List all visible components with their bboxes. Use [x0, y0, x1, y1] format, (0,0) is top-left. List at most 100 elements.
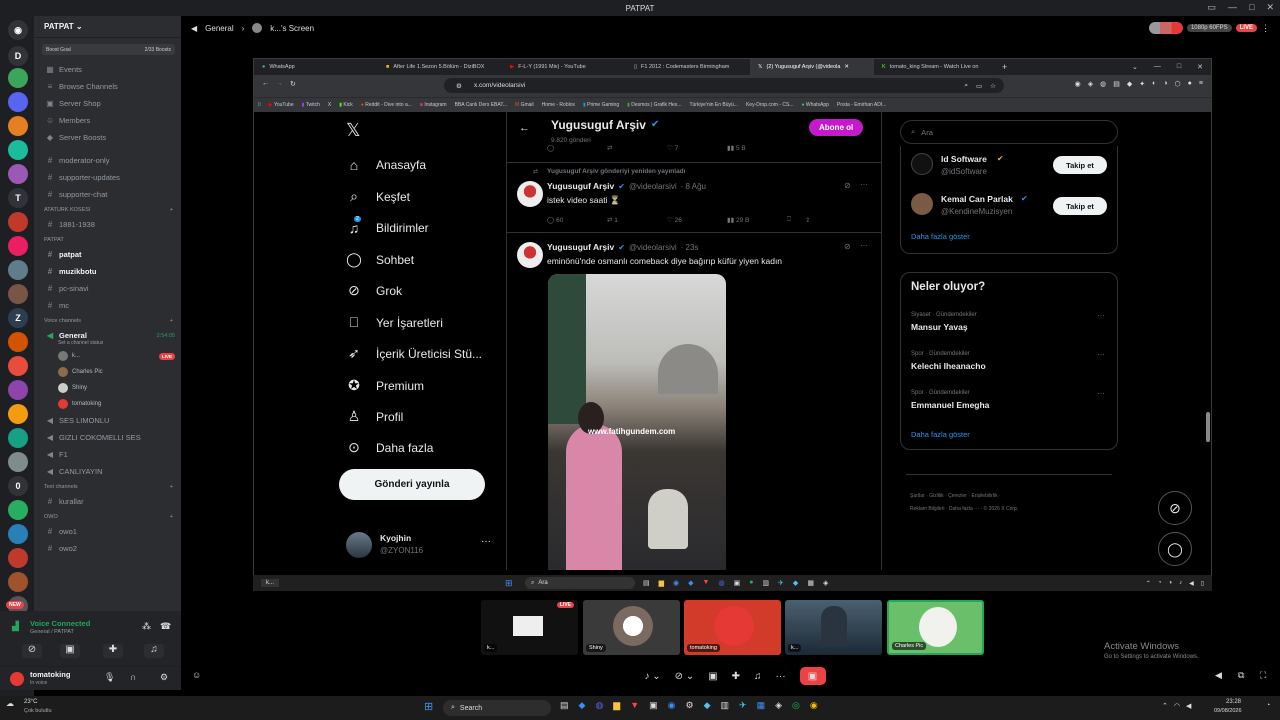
voice-user[interactable]: k... LIVE — [34, 348, 181, 364]
server-header[interactable]: PATPAT ⌄ — [34, 16, 181, 38]
like-count[interactable]: ♡ 26 — [667, 216, 727, 224]
taskbar-app-icon[interactable]: ◆ — [793, 579, 798, 587]
menu-icon[interactable]: ≡ — [1199, 80, 1203, 88]
tray-icon[interactable]: ◑ — [1168, 580, 1172, 587]
close-button[interactable]: ✕ — [1266, 2, 1274, 13]
extension-icon[interactable]: ▤ — [1113, 80, 1120, 88]
more-icon[interactable]: ··· — [860, 180, 868, 189]
taskbar-app-icon[interactable]: ◍ — [718, 579, 724, 587]
taskbar-app-icon[interactable]: ◉ — [810, 700, 818, 711]
nav-notifications[interactable]: ♫ 2 Bildirimler — [346, 216, 429, 236]
channel-item[interactable]: # supporter-chat — [34, 186, 181, 203]
server-icon[interactable] — [8, 92, 28, 112]
screen-share-icon[interactable]: ▣ — [60, 644, 80, 658]
footer-link[interactable]: Şartlar — [910, 493, 925, 499]
plus-icon[interactable]: + — [170, 484, 173, 490]
server-icon[interactable] — [8, 260, 28, 280]
more-icon[interactable]: ··· — [776, 671, 786, 682]
extension-icon[interactable]: ◈ — [1088, 80, 1093, 88]
taskbar-app-icon[interactable]: ▼ — [703, 579, 710, 587]
messages-float-button[interactable]: ◯ — [1158, 532, 1192, 566]
channel-item[interactable]: # patpat — [34, 246, 181, 263]
voice-channel-label[interactable]: General / PATPAT — [30, 629, 74, 635]
share-icon[interactable]: ⇪ — [805, 216, 815, 224]
tweet-video[interactable]: www.fatihgundem.com — [548, 274, 726, 570]
participant-tile[interactable]: Shiny — [583, 600, 680, 655]
zoom-icon[interactable]: ⌕ — [964, 82, 968, 90]
channel-item[interactable]: #1881-1938 — [34, 216, 181, 233]
taskbar-app-icon[interactable]: ▆ — [659, 579, 664, 587]
voice-channel[interactable]: ◀ F1 — [34, 446, 181, 463]
search-input[interactable]: ⌕ Ara — [900, 120, 1118, 144]
taskbar-app-icon[interactable]: ▤ — [560, 700, 569, 711]
server-icon[interactable] — [8, 428, 28, 448]
channel-members[interactable]: ☺ Members — [34, 112, 181, 129]
close-button[interactable]: ✕ — [1197, 63, 1203, 71]
server-icon[interactable] — [8, 380, 28, 400]
category-header[interactable]: PATPAT — [34, 233, 181, 246]
clock-time[interactable]: 23:28 — [1226, 699, 1241, 705]
reload-icon[interactable]: ↻ — [290, 80, 296, 88]
forward-icon[interactable]: → — [276, 80, 283, 87]
retweet-count[interactable]: ⇄ — [607, 144, 667, 152]
tray-chevron-icon[interactable]: ⌃ — [1162, 702, 1168, 710]
server-icon[interactable] — [8, 284, 28, 304]
taskbar-app-icon[interactable]: ▥ — [762, 579, 769, 587]
disconnect-icon[interactable]: ☎ — [160, 621, 171, 632]
taskbar-app-icon[interactable]: ◆ — [688, 579, 693, 587]
show-more-link[interactable]: Daha fazla göster — [911, 430, 970, 439]
plus-icon[interactable]: + — [170, 207, 173, 213]
boost-goal[interactable]: Boost Goal 2/33 Boosts — [42, 44, 175, 55]
bookmark[interactable]: BBA Canlı Ders EBAT... — [455, 102, 507, 108]
microphone-icon[interactable]: 🎙︎ — [104, 672, 115, 683]
channel-item[interactable]: # supporter-updates — [34, 169, 181, 186]
taskbar-app-icon[interactable]: ▥ — [721, 700, 730, 711]
taskbar-app-icon[interactable]: ◎ — [792, 700, 800, 711]
participant-tile[interactable]: Charles Pic — [887, 600, 984, 655]
like-count[interactable]: ♡ 7 — [667, 144, 727, 152]
speaker-icon[interactable]: ◀ — [1189, 580, 1194, 587]
people-icon[interactable]: ☺ — [192, 670, 201, 680]
browser-tab-active[interactable]: 𝕏 (2) Yugusuguf Arşiv (@videola ✕ — [750, 59, 874, 75]
category-header[interactable]: Voice channels + — [34, 314, 181, 327]
screen-icon[interactable]: ▭ — [976, 82, 982, 90]
popout-icon[interactable]: ⧉ — [1238, 670, 1244, 681]
suggest-name[interactable]: Kemal Can Parlak — [941, 194, 1013, 204]
taskbar-app-icon[interactable]: ▦ — [757, 700, 766, 711]
bookmark[interactable]: X — [328, 102, 331, 108]
volume-icon[interactable]: ◀ — [1215, 670, 1222, 681]
taskbar-app-icon[interactable]: ◉ — [673, 579, 679, 587]
notification-icon[interactable]: ◔ — [1266, 702, 1270, 709]
server-icon[interactable] — [8, 116, 28, 136]
activities-icon[interactable]: ✚ — [103, 644, 123, 658]
bookmark[interactable]: M Gmail — [515, 102, 534, 108]
tweet-handle[interactable]: @videolarsivi — [629, 182, 677, 191]
voice-user[interactable]: Shiny — [34, 380, 181, 396]
avatar[interactable] — [517, 181, 543, 207]
server-icon[interactable] — [8, 236, 28, 256]
taskbar-app-icon[interactable]: ▣ — [649, 700, 658, 711]
overflow-icon[interactable]: ⋮ — [1261, 23, 1270, 34]
reply-count[interactable]: ◯ 60 — [547, 216, 607, 224]
reply-count[interactable]: ◯ — [547, 144, 607, 152]
extension-icon[interactable]: ◉ — [1075, 80, 1081, 88]
taskbar-app-icon[interactable]: ▆ — [613, 700, 620, 711]
channel-item[interactable]: # moderator-only — [34, 152, 181, 169]
voice-channel[interactable]: ◀ SES LIMONLU — [34, 412, 181, 429]
tweet-author[interactable]: Yugusuguf Arşiv — [547, 181, 614, 191]
url-input[interactable]: ⚙ x.com/videolarsivi ⌕ ▭ ☆ — [444, 78, 1004, 93]
taskbar-app-icon[interactable]: ◈ — [775, 700, 782, 711]
taskbar-app-icon[interactable]: ◆ — [704, 700, 711, 711]
back-icon[interactable]: ← — [262, 80, 269, 87]
more-icon[interactable]: ··· — [860, 241, 868, 250]
browser-tab[interactable]: Ktomato_king Stream - Watch Live on — [874, 59, 998, 75]
avatar[interactable] — [911, 193, 933, 215]
footer-link[interactable]: Çerezler — [948, 493, 967, 499]
more-icon[interactable]: ··· — [1097, 311, 1105, 320]
plus-icon[interactable]: + — [170, 514, 173, 520]
extension-icon[interactable]: ✦ — [1139, 80, 1145, 88]
browser-tab[interactable]: ■ After Life 1.Sezon 5.Bölüm - DiziBOX — [378, 59, 502, 75]
server-icon[interactable] — [8, 404, 28, 424]
footer-link[interactable]: Daha fazla ··· — [949, 506, 979, 512]
category-header[interactable]: OWO + — [34, 510, 181, 523]
